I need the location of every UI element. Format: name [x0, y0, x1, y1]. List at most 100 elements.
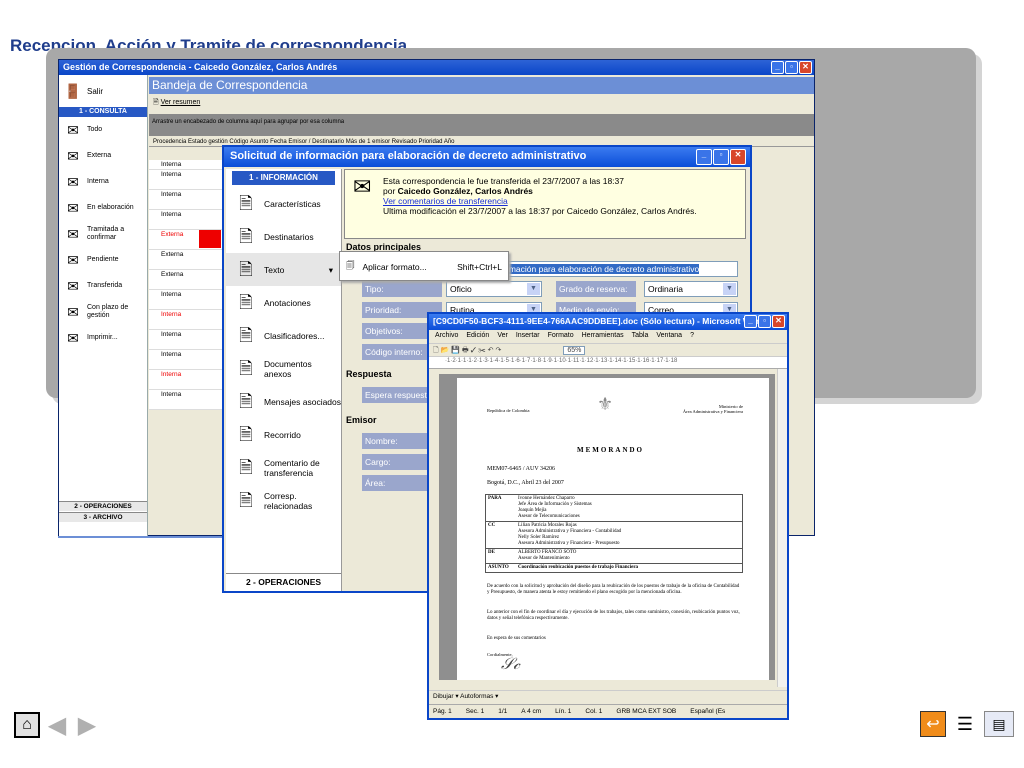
undo-icon[interactable]: ↶	[488, 347, 494, 354]
window-button[interactable]: ▤	[984, 711, 1014, 737]
dialog-tab[interactable]: 🗎 Corresp. relacionadas	[226, 484, 341, 517]
comment-icon: 🗎	[239, 457, 253, 477]
nombre-label[interactable]: Nombre:	[362, 433, 428, 449]
word-menu-item[interactable]: Ver	[497, 332, 508, 341]
word-menu-item[interactable]: ?	[690, 332, 694, 341]
deadline-icon: ✉	[67, 304, 79, 320]
triangle-right-icon: ▶	[77, 711, 97, 739]
text-icon: 🗎	[239, 259, 253, 279]
drawing-toolbar[interactable]: Dibujar ▾ Autoformas ▾	[429, 690, 787, 702]
redo-icon[interactable]: ↷	[495, 347, 501, 354]
close-icon[interactable]: ✕	[730, 149, 746, 165]
dialog-tab[interactable]: 🗎 Características	[226, 187, 341, 220]
minimize-icon[interactable]: _	[696, 149, 712, 165]
next-button[interactable]: ▶	[74, 711, 100, 739]
main-titlebar[interactable]: Gestión de Correspondencia - Caicedo Gon…	[59, 60, 814, 75]
dialog-tab[interactable]: 🗎 Recorrido	[226, 418, 341, 451]
section-emisor: Emisor	[346, 415, 377, 425]
minimize-icon[interactable]: _	[771, 61, 784, 74]
maximize-icon[interactable]: ▫	[758, 315, 771, 328]
ver-resumen-button[interactable]: 🗎 Ver resumen	[153, 98, 200, 109]
group-by-bar[interactable]: Arrastre un encabezado de columna aquí p…	[149, 114, 814, 136]
exit-button[interactable]: 🚪 Salir	[59, 75, 147, 107]
info-section-header[interactable]: 1 - INFORMACIÓN	[232, 171, 335, 185]
zoom-select[interactable]: 65%	[563, 346, 586, 355]
cargo-label[interactable]: Cargo:	[362, 454, 428, 470]
cut-icon[interactable]: ✂	[478, 347, 485, 354]
dialog-tab-label: Texto	[264, 264, 285, 275]
window-icon: ▤	[992, 715, 1006, 732]
maximize-icon[interactable]: ▫	[785, 61, 798, 74]
ops-section-footer[interactable]: 2 - OPERACIONES	[226, 573, 341, 589]
open-icon[interactable]: 📂	[441, 347, 450, 354]
previous-button[interactable]: ◀	[44, 712, 70, 739]
grado-select[interactable]: Ordinaria ▼	[644, 281, 738, 297]
attachments-icon: 🗎	[239, 358, 253, 378]
close-icon[interactable]: ✕	[799, 61, 812, 74]
tipo-label: Tipo:	[362, 281, 442, 297]
word-menu-item[interactable]: Edición	[466, 332, 489, 341]
save-icon[interactable]: 💾	[451, 347, 460, 354]
minimize-icon[interactable]: _	[744, 315, 757, 328]
word-titlebar[interactable]: [C9CD0F50-BCF3-4111-9EE4-766AAC9DDBEE].d…	[429, 314, 787, 330]
sidebar-item[interactable]: ✉ Interna	[59, 169, 147, 195]
sidebar-item[interactable]: ✉ Imprimir...	[59, 325, 147, 351]
dialog-tab[interactable]: 🗎 Mensajes asociados	[226, 385, 341, 418]
status-red-flag	[199, 230, 221, 248]
list-button[interactable]: ☰	[952, 711, 978, 737]
slide-tools: ↩ ☰ ▤	[920, 711, 1014, 737]
word-menu-item[interactable]: Formato	[548, 332, 574, 341]
dialog-tab[interactable]: 🗎 Anotaciones	[226, 286, 341, 319]
sidebar-item[interactable]: ✉ Transferida	[59, 273, 147, 299]
exit-door-icon: 🚪	[64, 82, 82, 99]
asunto-field[interactable]: rmación para elaboración de decreto admi…	[502, 261, 738, 277]
chevron-down-icon[interactable]: ▼	[527, 283, 540, 295]
sidebar-item[interactable]: ✉ En elaboración	[59, 195, 147, 221]
sidebar-item[interactable]: ✉ Externa	[59, 143, 147, 169]
word-vertical-scrollbar[interactable]	[777, 369, 787, 687]
home-button[interactable]: ⌂	[14, 712, 40, 738]
word-document-area[interactable]: República de Colombia ⚜ Ministerio de Ár…	[439, 374, 775, 680]
related-icon: 🗎	[239, 490, 253, 510]
close-icon[interactable]: ✕	[772, 315, 785, 328]
section-consulta[interactable]: 1 - CONSULTA	[59, 107, 147, 117]
transfer-comments-link[interactable]: Ver comentarios de transferencia	[383, 196, 739, 206]
sidebar-item[interactable]: ✉ Todo	[59, 117, 147, 143]
addressee-line: Asesora Administrativa y Financiera - Pr…	[518, 541, 620, 546]
tipo-select[interactable]: Oficio ▼	[446, 281, 542, 297]
section-operaciones[interactable]: 2 - OPERACIONES	[59, 501, 147, 511]
sidebar-item-label: Imprimir...	[87, 334, 118, 341]
word-menu-item[interactable]: Archivo	[435, 332, 458, 341]
sidebar-item[interactable]: ✉ Tramitada a confirmar	[59, 221, 147, 247]
word-menu-item[interactable]: Insertar	[516, 332, 540, 341]
return-arrow-icon: ↩	[926, 716, 940, 733]
sidebar-item-label: Todo	[87, 126, 103, 133]
word-window: [C9CD0F50-BCF3-4111-9EE4-766AAC9DDBEE].d…	[427, 312, 789, 720]
word-ruler[interactable]: ·1·2·1·1·1·2·1·3·1·4·1·5·1·6·1·7·1·8·1·9…	[429, 357, 787, 369]
doc-body-3: En espera de sus comentarios	[487, 636, 546, 641]
dialog-tab[interactable]: 🗎 Comentario de transferencia	[226, 451, 341, 484]
maximize-icon[interactable]: ▫	[713, 149, 729, 165]
dialog-tab[interactable]: 🗎 Clasificadores...	[226, 319, 341, 352]
section-archivo[interactable]: 3 - ARCHIVO	[59, 512, 147, 522]
info-by: por	[383, 186, 398, 196]
word-menu-item[interactable]: Ventana	[656, 332, 682, 341]
word-menu-item[interactable]: Tabla	[632, 332, 649, 341]
spellcheck-icon[interactable]: ✓	[471, 347, 477, 354]
procedencia-cell: Interna	[161, 161, 182, 168]
sidebar-item[interactable]: ✉ Con plazo de gestión	[59, 299, 147, 325]
sidebar-item[interactable]: ✉ Pendiente	[59, 247, 147, 273]
dropdown-arrow-icon[interactable]: ▾	[329, 265, 333, 275]
apply-format-menu-item[interactable]: 🗐 Aplicar formato... Shift+Ctrl+L	[340, 252, 508, 282]
area-label[interactable]: Área:	[362, 475, 428, 491]
word-menu-item[interactable]: Herramientas	[582, 332, 624, 341]
new-icon[interactable]: 🗋	[433, 347, 439, 354]
status-field: GRB MCA EXT SOB	[616, 708, 677, 715]
chevron-down-icon[interactable]: ▼	[723, 283, 736, 295]
dialog-tab[interactable]: 🗎 Texto ▾	[226, 253, 341, 286]
return-button[interactable]: ↩	[920, 711, 946, 737]
dialog-titlebar[interactable]: Solicitud de información para elaboració…	[224, 147, 750, 167]
dialog-tab[interactable]: 🗎 Destinatarios	[226, 220, 341, 253]
print-icon[interactable]: 🖶	[462, 347, 469, 354]
dialog-tab[interactable]: 🗎 Documentos anexos	[226, 352, 341, 385]
